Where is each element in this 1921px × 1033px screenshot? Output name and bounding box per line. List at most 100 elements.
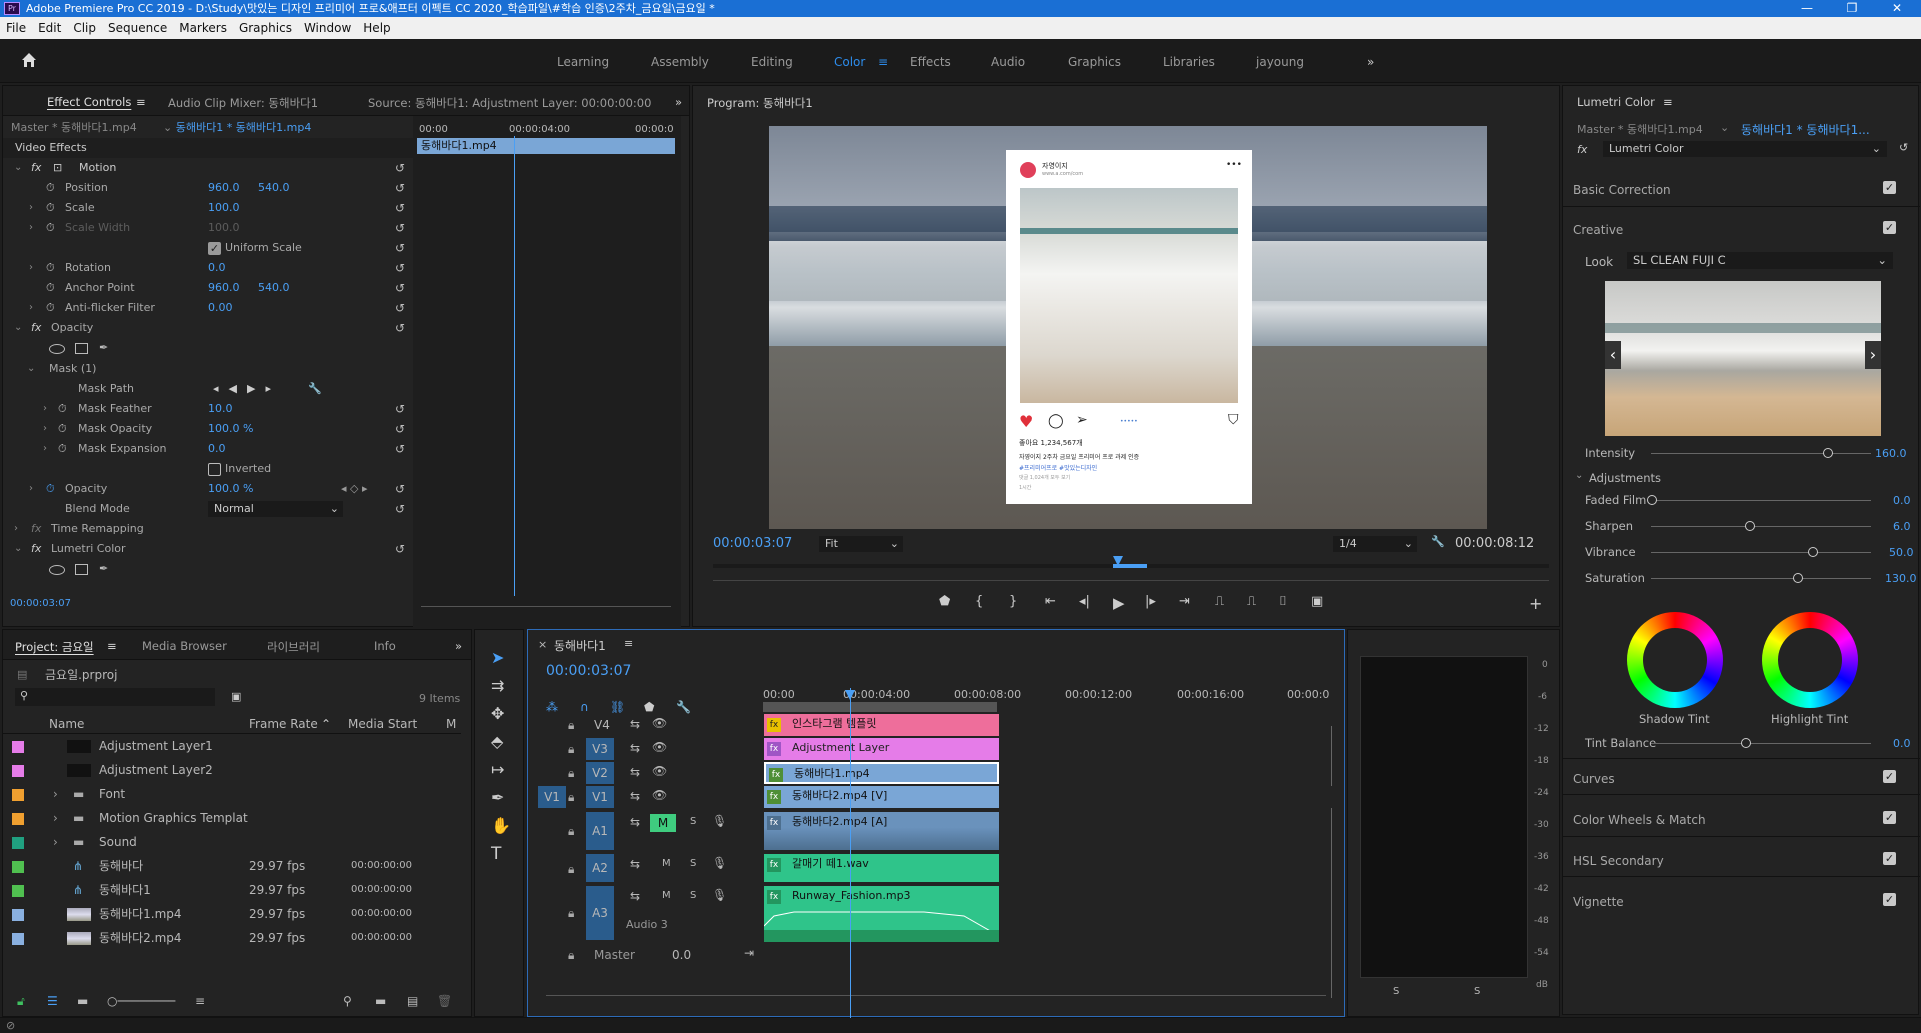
solo-button-a3[interactable]: S <box>690 890 696 901</box>
mask-feather-value[interactable]: 10.0 <box>208 399 233 419</box>
rotation-value[interactable]: 0.0 <box>208 258 226 278</box>
track-a2-label[interactable]: A2 <box>586 854 614 882</box>
faded-film-value[interactable]: 0.0 <box>1893 494 1911 507</box>
intensity-value[interactable]: 160.0 <box>1875 447 1907 460</box>
expand-icon[interactable]: › <box>29 198 33 218</box>
solo-left-button[interactable]: S <box>1393 986 1399 997</box>
ec-timeline[interactable]: 00:00 00:00:04:00 00:00:0 동해바다1.mp4 <box>413 116 681 628</box>
saturation-value[interactable]: 130.0 <box>1885 572 1917 585</box>
keyframe-nav[interactable]: ◂ ◇ ▸ <box>341 479 368 499</box>
sort-icon[interactable]: ≡ <box>195 994 205 1008</box>
tab-effect-controls[interactable]: Effect Controls <box>47 95 131 109</box>
clip-v2-video1[interactable]: fx 동해바다1.mp4 <box>764 762 999 784</box>
workspace-effects[interactable]: Effects <box>910 55 951 69</box>
go-to-in-icon[interactable]: ⇤ <box>1045 594 1056 609</box>
reset-icon[interactable]: ↺ <box>395 178 405 198</box>
clip-a2-seagull-wav[interactable]: fx 갈매기 떼1.wav <box>764 854 999 882</box>
scale-value[interactable]: 100.0 <box>208 198 240 218</box>
search-input[interactable]: ⚲ <box>15 688 215 706</box>
trash-icon[interactable]: 🗑︎ <box>437 994 452 1008</box>
more-tabs-icon[interactable]: » <box>455 639 462 653</box>
color-wheels-checkbox[interactable]: ✓ <box>1883 811 1896 824</box>
vibrance-knob[interactable] <box>1808 547 1818 557</box>
video-scrollbar[interactable] <box>1331 726 1332 786</box>
tab-lumetri-color[interactable]: Lumetri Color <box>1577 95 1655 109</box>
saturation-knob[interactable] <box>1793 573 1803 583</box>
find-icon[interactable]: ⚲ <box>343 994 352 1008</box>
section-vignette[interactable]: Vignette <box>1573 895 1624 909</box>
reset-icon[interactable]: ↺ <box>1899 141 1908 154</box>
timeline-settings-icon[interactable]: 🔧 <box>676 700 691 714</box>
tab-source[interactable]: Source: 동해바다1: Adjustment Layer: 00:00:0… <box>368 95 651 111</box>
track-select-tool-icon[interactable]: ⇉ <box>491 676 504 695</box>
stopwatch-icon[interactable]: ⏱ <box>58 399 67 419</box>
menu-graphics[interactable]: Graphics <box>233 17 298 39</box>
mark-out-icon[interactable]: } <box>1009 594 1017 609</box>
uniform-scale-checkbox[interactable]: ✓ <box>208 242 221 255</box>
more-tabs-icon[interactable]: » <box>675 95 682 109</box>
ec-clip-bar[interactable]: 동해바다1.mp4 <box>417 138 675 154</box>
marker-icon[interactable]: ⬟ <box>939 594 950 609</box>
menu-sequence[interactable]: Sequence <box>102 17 173 39</box>
sharpen-track[interactable] <box>1651 526 1871 527</box>
anchor-x-value[interactable]: 960.0 <box>208 278 240 298</box>
new-search-bin-icon[interactable]: ▣ <box>231 690 241 703</box>
work-area-bar[interactable] <box>763 702 997 712</box>
lumetri-row[interactable]: ⌄ fx Lumetri Color ↺ <box>3 539 413 559</box>
intensity-track[interactable] <box>1651 453 1871 454</box>
menu-window[interactable]: Window <box>298 17 357 39</box>
workspace-menu-icon[interactable]: ≡ <box>878 55 888 69</box>
column-name[interactable]: Name <box>49 714 84 734</box>
timeline-playhead[interactable] <box>850 688 851 1018</box>
timeline-zoom-bar[interactable] <box>546 995 1326 996</box>
chevron-down-icon[interactable]: ⌄ <box>1720 121 1729 134</box>
go-to-out-icon[interactable]: ⇥ <box>1179 594 1190 609</box>
stopwatch-icon[interactable]: ⏱ <box>46 298 55 318</box>
ellipse-mask-icon[interactable] <box>49 344 65 354</box>
minimize-button[interactable]: — <box>1790 0 1824 17</box>
slip-tool-icon[interactable]: ↦ <box>491 760 504 779</box>
new-bin-icon[interactable]: ▬ <box>375 994 386 1008</box>
reset-icon[interactable]: ↺ <box>395 198 405 218</box>
menu-markers[interactable]: Markers <box>173 17 233 39</box>
sync-lock-icon[interactable]: ⇆ <box>630 717 640 731</box>
audio-scrollbar[interactable] <box>1331 808 1332 998</box>
stopwatch-icon[interactable]: ⏱ <box>46 258 55 278</box>
antiflicker-value[interactable]: 0.00 <box>208 298 233 318</box>
list-item[interactable]: 동해바다1.mp4 29.97 fps 00:00:00:00 <box>3 902 473 926</box>
pen-mask-icon[interactable]: ✒ <box>99 559 108 579</box>
resolution-dropdown[interactable]: 1/4 ⌄ <box>1333 536 1417 552</box>
workspace-assembly[interactable]: Assembly <box>651 55 709 69</box>
sync-lock-icon[interactable]: ⇆ <box>630 857 640 871</box>
chevron-down-icon[interactable]: ⌄ <box>1575 470 1583 481</box>
comparison-view-icon[interactable]: ▣ <box>1311 594 1323 609</box>
menu-file[interactable]: File <box>0 17 32 39</box>
master-volume-value[interactable]: 0.0 <box>672 948 691 962</box>
solo-right-button[interactable]: S <box>1474 986 1480 997</box>
ripple-edit-tool-icon[interactable]: ✥ <box>491 704 504 723</box>
anchor-y-value[interactable]: 540.0 <box>258 278 290 298</box>
more-workspaces-icon[interactable]: » <box>1367 55 1374 69</box>
clip-a1-audio[interactable]: fx 동해바다2.mp4 [A] <box>764 812 999 850</box>
lock-icon[interactable]: 🔒︎ <box>568 766 574 781</box>
lock-icon[interactable]: 🔒︎ <box>568 718 574 733</box>
add-marker-icon[interactable]: ⬟ <box>644 700 654 714</box>
close-tab-icon[interactable]: × <box>538 638 547 651</box>
workspace-learning[interactable]: Learning <box>557 55 609 69</box>
faded-film-knob[interactable] <box>1647 495 1657 505</box>
creative-checkbox[interactable]: ✓ <box>1883 221 1896 234</box>
nest-icon[interactable]: ⁂ <box>546 700 558 714</box>
basic-correction-checkbox[interactable]: ✓ <box>1883 181 1896 194</box>
workspace-audio[interactable]: Audio <box>991 55 1025 69</box>
reset-icon[interactable]: ↺ <box>395 479 405 499</box>
position-x-value[interactable]: 960.0 <box>208 178 240 198</box>
ellipse-mask-icon[interactable] <box>49 565 65 575</box>
menu-help[interactable]: Help <box>357 17 396 39</box>
type-tool-icon[interactable]: T <box>491 844 501 864</box>
sharpen-knob[interactable] <box>1745 521 1755 531</box>
reset-icon[interactable]: ↺ <box>395 158 405 178</box>
lock-icon[interactable]: 🔒︎ <box>568 790 574 805</box>
lock-icon[interactable]: 🔒︎ <box>568 742 574 757</box>
tab-info[interactable]: Info <box>374 639 396 653</box>
column-frame-rate[interactable]: Frame Rate <box>249 714 318 734</box>
